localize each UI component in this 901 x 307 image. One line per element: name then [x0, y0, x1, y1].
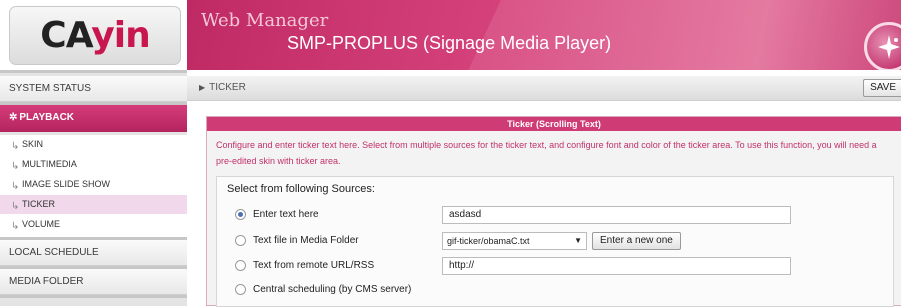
sidebar-item-local-schedule[interactable]: LOCAL SCHEDULE — [0, 240, 187, 266]
breadcrumb: ▶ TICKER — [199, 76, 246, 100]
logo-text: CAyin — [10, 18, 180, 54]
panel-description: Configure and enter ticker text here. Se… — [216, 140, 877, 166]
option-label: Text from remote URL/RSS — [253, 260, 375, 271]
submenu-item-label: TICKER — [22, 199, 56, 209]
logo-text-main: CA — [40, 15, 92, 56]
sub-arrow-icon: ↳ — [11, 141, 20, 152]
radio-central-scheduling[interactable] — [235, 284, 246, 295]
logo: CAyin — [0, 0, 187, 70]
header-banner: Web Manager SMP-PROPLUS (Signage Media P… — [187, 0, 901, 70]
option-label: Enter text here — [253, 209, 319, 220]
logo-text-accent: yin — [91, 15, 150, 56]
chevron-down-icon: ▼ — [574, 236, 582, 245]
submenu-item-skin[interactable]: ↳ SKIN — [0, 135, 187, 154]
radio-enter-text[interactable] — [235, 209, 246, 220]
sources-box: Select from following Sources: Enter tex… — [216, 176, 894, 307]
radio-text-file[interactable] — [235, 235, 246, 246]
submenu-item-label: VOLUME — [22, 219, 61, 229]
app-title: Web Manager — [201, 10, 329, 31]
breadcrumb-current: TICKER — [209, 82, 246, 93]
radio-remote-url[interactable] — [235, 260, 246, 271]
media-file-select[interactable]: gif-ticker/obamaC.txt ▼ — [442, 232, 587, 250]
ticker-panel: Ticker (Scrolling Text) Configure and en… — [206, 116, 901, 307]
product-title: SMP-PROPLUS (Signage Media Player) — [287, 33, 612, 53]
option-label: Central scheduling (by CMS server) — [253, 284, 412, 295]
submenu-item-multimedia[interactable]: ↳ MULTIMEDIA — [0, 155, 187, 174]
enter-new-file-button[interactable]: Enter a new one — [592, 232, 681, 250]
breadcrumb-bar: ▶ TICKER SAVE — [187, 76, 901, 101]
sidebar-item-media-folder[interactable]: MEDIA FOLDER — [0, 269, 187, 295]
submenu-item-label: IMAGE SLIDE SHOW — [22, 179, 111, 189]
logo-badge: CAyin — [9, 6, 181, 65]
sidebar-item-system-status[interactable]: SYSTEM STATUS — [0, 76, 187, 102]
submenu-item-image-slide-show[interactable]: ↳ IMAGE SLIDE SHOW — [0, 175, 187, 194]
breadcrumb-arrow-icon: ▶ — [199, 83, 206, 92]
save-button[interactable]: SAVE — [863, 79, 901, 97]
playback-icon: ✲ — [9, 112, 18, 123]
sidebar-divider — [0, 295, 187, 298]
sidebar-divider — [0, 70, 187, 73]
sub-arrow-icon: ↳ — [11, 181, 20, 192]
submenu-item-label: SKIN — [22, 139, 44, 149]
option-label: Text file in Media Folder — [253, 235, 359, 246]
player-badge-icon — [864, 22, 901, 70]
sidebar-item-playback[interactable]: ✲ PLAYBACK — [0, 105, 187, 132]
panel-title: Ticker (Scrolling Text) — [207, 117, 901, 131]
playback-submenu: ↳ SKIN ↳ MULTIMEDIA ↳ IMAGE SLIDE SHOW ↳ TIC… — [0, 135, 187, 237]
sub-arrow-icon: ↳ — [11, 161, 20, 172]
sidebar: CAyin SYSTEM STATUS ✲ PLAYBACK ↳ SKIN ↳ MUL… — [0, 0, 187, 306]
sidebar-item-label: PLAYBACK — [19, 112, 75, 123]
submenu-item-label: MULTIMEDIA — [22, 159, 77, 169]
sub-arrow-icon: ↳ — [11, 221, 20, 232]
sub-arrow-icon: ↳ — [11, 201, 20, 212]
sources-label: Select from following Sources: — [227, 183, 375, 195]
submenu-item-volume[interactable]: ↳ VOLUME — [0, 215, 187, 234]
remote-url-input[interactable]: http:// — [442, 257, 791, 275]
ticker-text-input[interactable]: asdasd — [442, 206, 791, 224]
sparkle-icon — [878, 35, 900, 59]
select-value: gif-ticker/obamaC.txt — [447, 236, 530, 246]
submenu-item-ticker[interactable]: ↳ TICKER — [0, 195, 187, 214]
